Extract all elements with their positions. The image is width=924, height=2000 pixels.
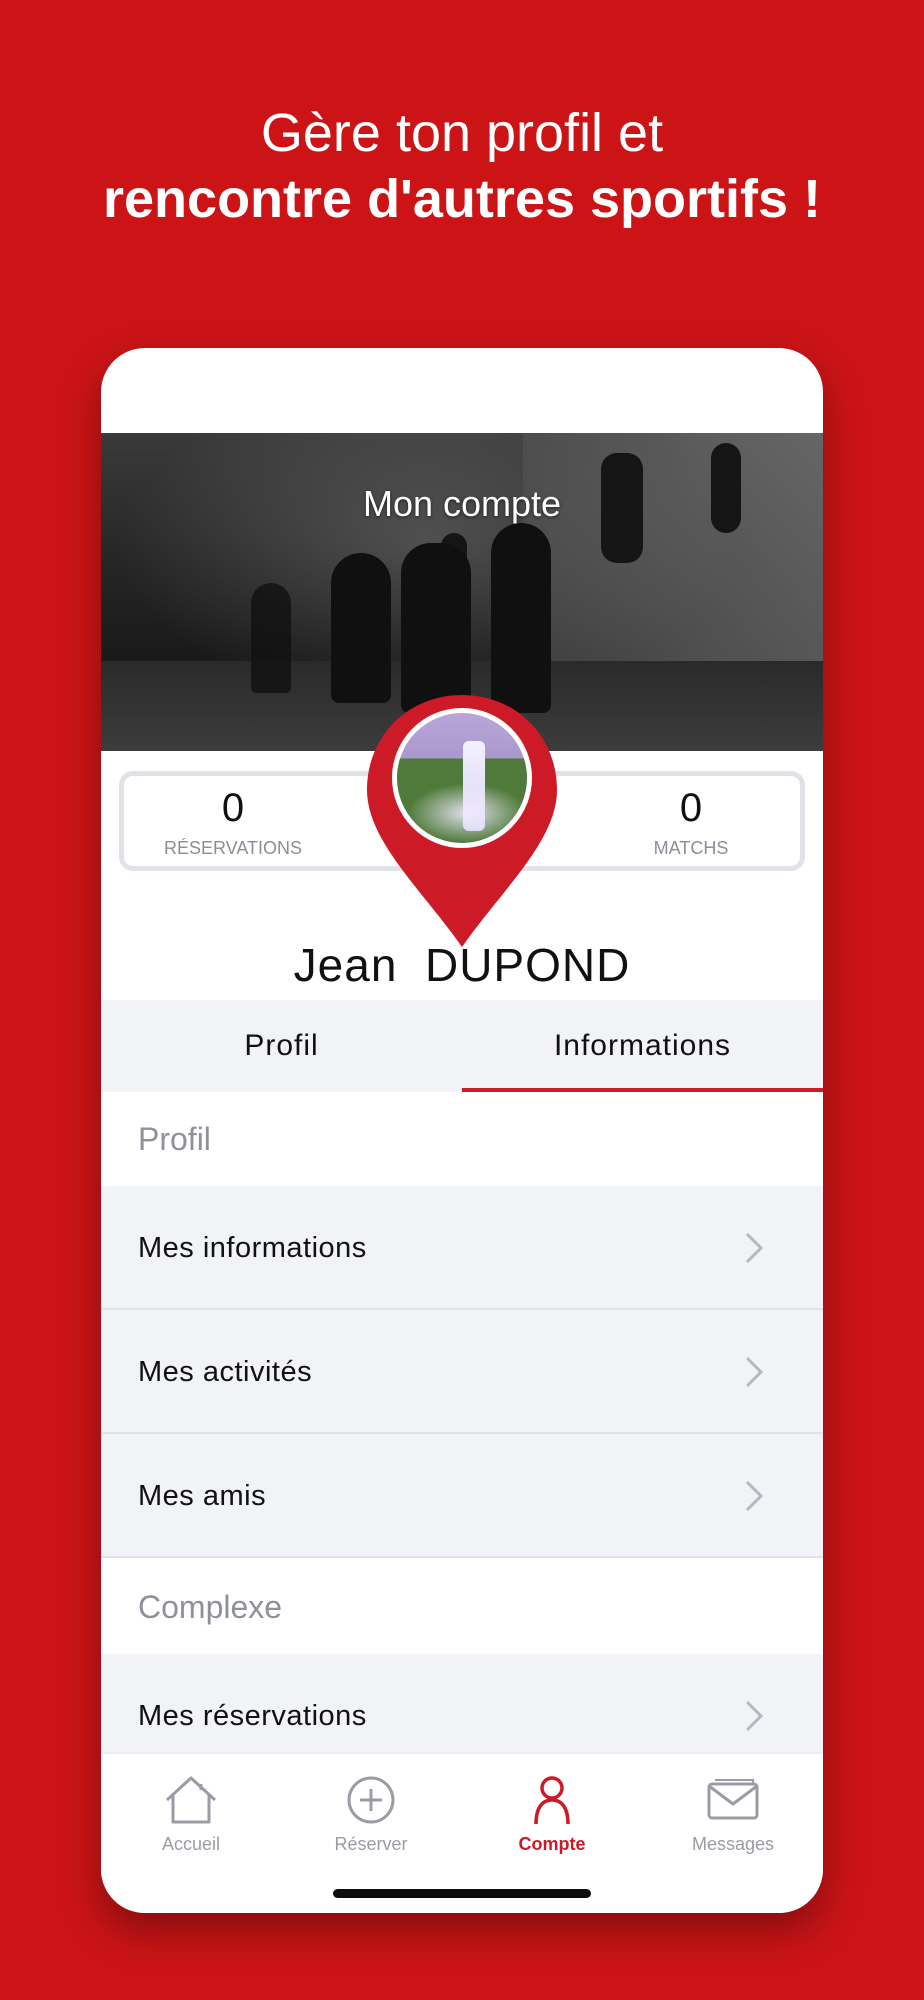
chevron-right-icon bbox=[745, 1232, 764, 1264]
nav-label: Compte bbox=[518, 1834, 586, 1854]
chevron-right-icon bbox=[745, 1356, 764, 1388]
home-indicator[interactable] bbox=[333, 1889, 591, 1898]
tab-informations[interactable]: Informations bbox=[462, 1000, 823, 1092]
plus-circle-icon bbox=[347, 1776, 395, 1824]
list-item-label: Mes informations bbox=[138, 1232, 367, 1264]
promo-headline: Gère ton profil et rencontre d'autres sp… bbox=[0, 100, 924, 232]
section-header-complexe: Complexe bbox=[101, 1560, 823, 1654]
reservations-label: RÉSERVATIONS bbox=[163, 838, 303, 858]
user-last-name: DUPOND bbox=[424, 939, 631, 991]
list-item-label: Mes amis bbox=[138, 1480, 267, 1512]
chevron-right-icon bbox=[745, 1480, 764, 1512]
user-icon bbox=[534, 1776, 570, 1825]
nav-accueil[interactable]: Accueil bbox=[101, 1774, 281, 1855]
list-item-label: Mes activités bbox=[138, 1356, 313, 1388]
nav-compte[interactable]: Compte bbox=[462, 1774, 642, 1855]
headline-line-1: Gère ton profil et bbox=[260, 103, 664, 163]
account-tabs: Profil Informations bbox=[101, 1000, 823, 1092]
envelope-icon bbox=[707, 1779, 759, 1820]
avatar[interactable] bbox=[392, 708, 532, 848]
nav-reserver[interactable]: Réserver bbox=[281, 1774, 461, 1855]
list-item-mes-activites[interactable]: Mes activités bbox=[101, 1310, 823, 1434]
nav-label: Messages bbox=[691, 1834, 775, 1854]
nav-label: Réserver bbox=[334, 1834, 408, 1854]
matches-count: 0 bbox=[679, 786, 703, 830]
account-title: Mon compte bbox=[362, 483, 562, 524]
user-first-name: Jean bbox=[293, 939, 398, 991]
reservations-count: 0 bbox=[221, 786, 245, 830]
section-header-profil: Profil bbox=[101, 1092, 823, 1186]
chevron-right-icon bbox=[745, 1700, 764, 1732]
nav-label: Accueil bbox=[161, 1834, 221, 1854]
nav-messages[interactable]: Messages bbox=[643, 1774, 823, 1855]
phone-screen: Mon compte 0 RÉSERVATIONS 0 MATCHS Jean … bbox=[101, 348, 823, 1913]
home-icon bbox=[165, 1776, 217, 1824]
list-item-mes-amis[interactable]: Mes amis bbox=[101, 1434, 823, 1558]
headline-line-2: rencontre d'autres sportifs ! bbox=[103, 169, 821, 229]
tab-profil[interactable]: Profil bbox=[101, 1000, 462, 1092]
user-full-name: Jean DUPOND bbox=[101, 938, 823, 992]
list-item-mes-informations[interactable]: Mes informations bbox=[101, 1186, 823, 1310]
matches-label: MATCHS bbox=[653, 838, 729, 858]
